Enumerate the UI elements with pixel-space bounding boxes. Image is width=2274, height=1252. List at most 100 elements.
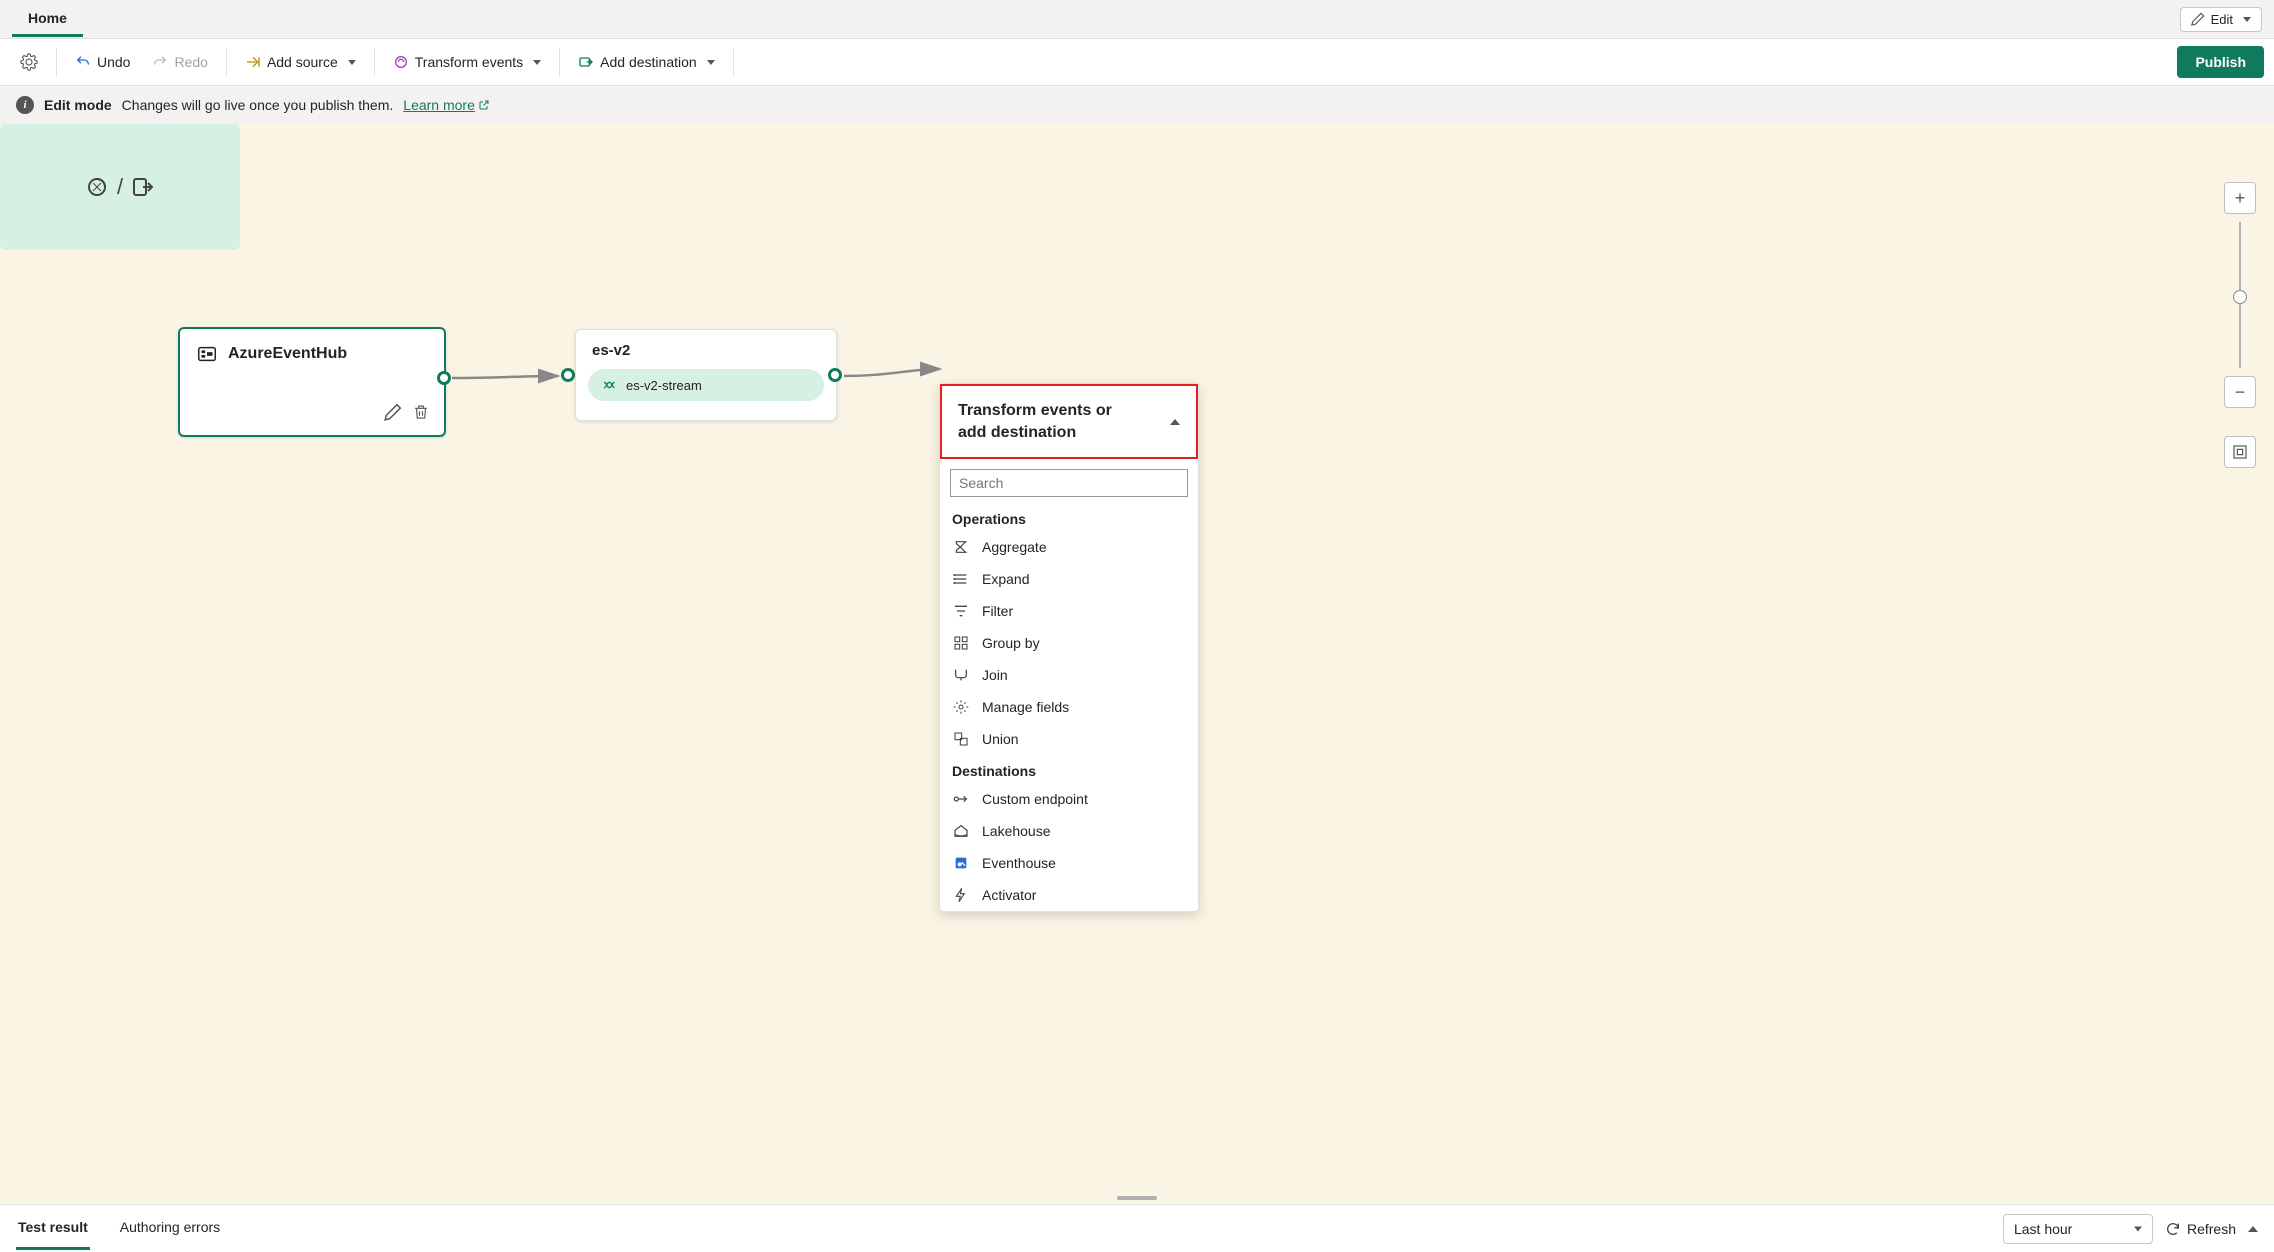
time-range-select[interactable]: Last hour (2003, 1214, 2153, 1244)
dropdown-title: Transform events or add destination (958, 400, 1138, 443)
external-link-icon (478, 99, 490, 111)
tabs-left: Home (12, 2, 83, 37)
dropdown-search-input[interactable] (950, 469, 1188, 497)
toolbar-separator (559, 48, 560, 76)
op-union[interactable]: Union (940, 723, 1198, 755)
transform-events-button[interactable]: Transform events (383, 48, 551, 76)
add-source-label: Add source (267, 54, 338, 70)
toolbar-separator (56, 48, 57, 76)
node-stream-title: es-v2 (576, 330, 836, 365)
canvas-inner: AzureEventHub es-v2 es-v2-stream (0, 124, 2274, 1204)
stream-icon (602, 377, 618, 393)
zoom-controls: + − (2224, 182, 2256, 468)
bottom-tabs: Test result Authoring errors (16, 1207, 222, 1250)
chevron-up-icon (1170, 419, 1180, 425)
zoom-slider-track[interactable] (2239, 222, 2241, 368)
zoom-in-button[interactable]: + (2224, 182, 2256, 214)
node-source-actions (384, 403, 430, 421)
op-filter[interactable]: Filter (940, 595, 1198, 627)
add-source-button[interactable]: Add source (235, 48, 366, 76)
publish-button[interactable]: Publish (2177, 46, 2264, 78)
zoom-out-button[interactable]: − (2224, 376, 2256, 408)
edit-node-button[interactable] (384, 403, 402, 421)
dest-eventhouse[interactable]: Eventhouse (940, 847, 1198, 879)
op-aggregate[interactable]: Aggregate (940, 531, 1198, 563)
node-stream[interactable]: es-v2 es-v2-stream (575, 329, 837, 421)
filter-icon (953, 603, 969, 619)
dest-activator[interactable]: Activator (940, 879, 1198, 911)
refresh-label: Refresh (2187, 1221, 2236, 1237)
transform-dropdown-panel: Transform events or add destination Oper… (939, 383, 1199, 912)
chevron-up-icon[interactable] (2248, 1226, 2258, 1232)
toolbar-separator (374, 48, 375, 76)
zoom-slider-thumb[interactable] (2233, 290, 2247, 304)
learn-more-link[interactable]: Learn more (403, 97, 490, 113)
canvas[interactable]: AzureEventHub es-v2 es-v2-stream (0, 124, 2274, 1204)
info-icon: i (16, 96, 34, 114)
edit-dropdown-button[interactable]: Edit (2180, 7, 2262, 32)
port-stream-in[interactable] (561, 368, 575, 382)
pencil-icon (2191, 12, 2205, 26)
op-expand[interactable]: Expand (940, 563, 1198, 595)
expand-icon (953, 571, 969, 587)
chevron-down-icon (533, 60, 541, 65)
add-destination-button[interactable]: Add destination (568, 48, 725, 76)
operations-section-title: Operations (940, 503, 1198, 531)
op-filter-label: Filter (982, 603, 1013, 619)
exit-icon (131, 175, 155, 199)
op-managefields[interactable]: Manage fields (940, 691, 1198, 723)
op-groupby-label: Group by (982, 635, 1040, 651)
op-expand-label: Expand (982, 571, 1029, 587)
port-stream-out[interactable] (828, 368, 842, 382)
redo-button[interactable]: Redo (142, 48, 217, 76)
lakehouse-icon (953, 823, 969, 839)
stream-pill-label: es-v2-stream (626, 378, 702, 393)
refresh-icon (2165, 1221, 2181, 1237)
destinations-section-title: Destinations (940, 755, 1198, 783)
node-source-title: AzureEventHub (228, 345, 347, 363)
toolbar-left: Undo Redo Add source Transform events (10, 47, 740, 77)
node-source[interactable]: AzureEventHub (178, 327, 446, 437)
dest-custom[interactable]: Custom endpoint (940, 783, 1198, 815)
zoom-fit-button[interactable] (2224, 436, 2256, 468)
settings-button[interactable] (10, 47, 48, 77)
edit-button-label: Edit (2211, 12, 2233, 27)
op-groupby[interactable]: Group by (940, 627, 1198, 659)
eventhouse-icon (953, 855, 969, 871)
bottom-right: Last hour Refresh (2003, 1214, 2258, 1244)
transform-icon (393, 54, 409, 70)
bottom-bar: Test result Authoring errors Last hour R… (0, 1204, 2274, 1252)
sigma-icon (953, 539, 969, 555)
edit-mode-message: Changes will go live once you publish th… (122, 97, 394, 113)
op-join[interactable]: Join (940, 659, 1198, 691)
dest-custom-label: Custom endpoint (982, 791, 1088, 807)
dest-activator-label: Activator (982, 887, 1036, 903)
tab-authoring-errors[interactable]: Authoring errors (118, 1207, 222, 1250)
dest-lakehouse[interactable]: Lakehouse (940, 815, 1198, 847)
tab-test-result[interactable]: Test result (16, 1207, 90, 1250)
activator-icon (953, 887, 969, 903)
toolbar-separator (733, 48, 734, 76)
op-union-label: Union (982, 731, 1019, 747)
dest-lakehouse-label: Lakehouse (982, 823, 1051, 839)
edit-mode-title: Edit mode (44, 97, 112, 113)
toolbar-separator (226, 48, 227, 76)
group-icon (953, 635, 969, 651)
undo-button[interactable]: Undo (65, 48, 140, 76)
union-icon (953, 731, 969, 747)
chevron-down-icon (2243, 17, 2251, 22)
refresh-button[interactable]: Refresh (2165, 1221, 2236, 1237)
dropdown-header[interactable]: Transform events or add destination (940, 384, 1198, 459)
slash-separator: / (117, 174, 123, 200)
port-source-out[interactable] (437, 371, 451, 385)
node-placeholder[interactable]: / (0, 124, 240, 250)
tab-home[interactable]: Home (12, 2, 83, 37)
stream-pill: es-v2-stream (588, 369, 824, 401)
pencil-icon (384, 403, 402, 421)
add-destination-label: Add destination (600, 54, 697, 70)
dest-eventhouse-label: Eventhouse (982, 855, 1056, 871)
panel-drag-handle[interactable] (1117, 1196, 1157, 1200)
destination-icon (578, 54, 594, 70)
delete-node-button[interactable] (412, 403, 430, 421)
app-root: Home Edit Undo Redo Add sou (0, 0, 2274, 1252)
